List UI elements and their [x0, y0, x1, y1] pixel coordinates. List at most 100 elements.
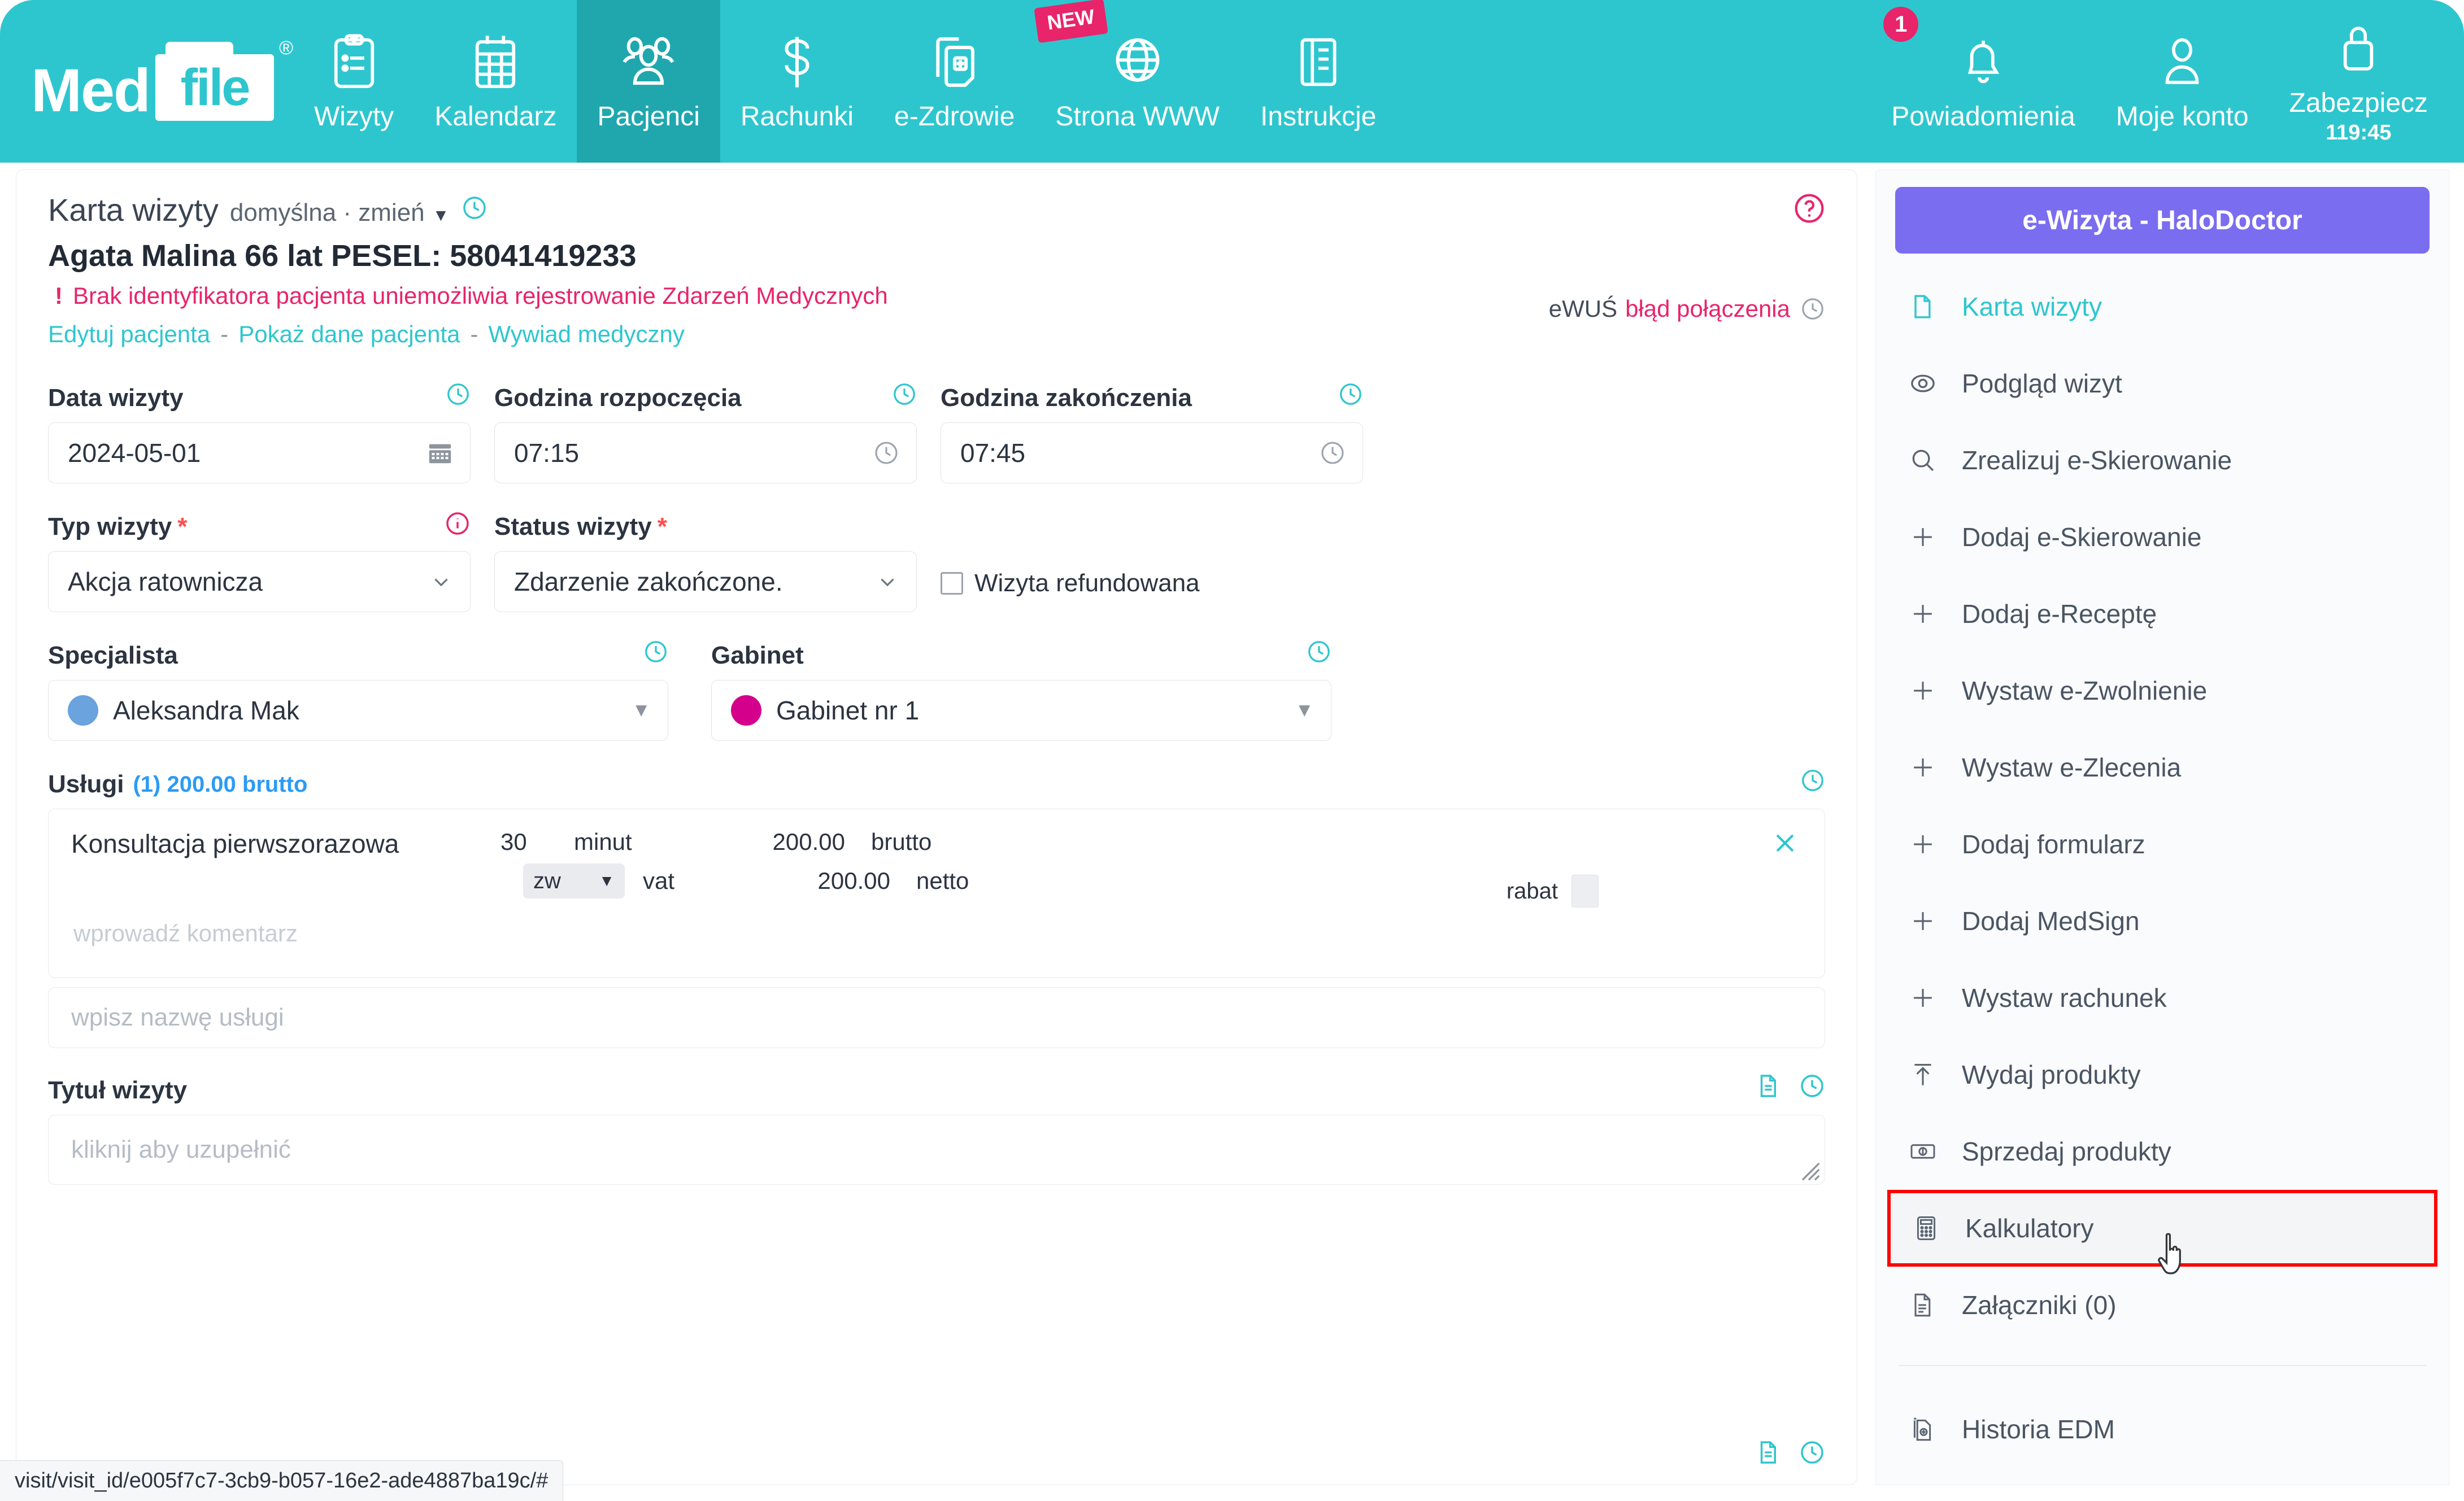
time-picker-icon[interactable]: [1320, 440, 1346, 466]
info-icon[interactable]: [445, 510, 471, 536]
banknote-icon: [1909, 1137, 1952, 1166]
service-gross-value[interactable]: 200.00: [732, 828, 845, 856]
refunded-label: Wizyta refundowana: [974, 569, 1200, 597]
sidebar-item-sprzedaj-produkty[interactable]: Sprzedaj produkty: [1876, 1113, 2449, 1190]
document-template-icon[interactable]: [1755, 1073, 1781, 1099]
field-start-time: Godzina rozpoczęcia 07:15: [494, 382, 917, 483]
medical-card-icon: [929, 31, 981, 93]
clipboard-icon: [330, 31, 378, 93]
ewus-history-clock-icon[interactable]: [1800, 296, 1825, 321]
nav-tab-instrukcje[interactable]: Instrukcje: [1240, 0, 1396, 163]
visit-type-select[interactable]: Akcja ratownicza: [48, 551, 471, 612]
history-clock-icon[interactable]: [1338, 382, 1363, 407]
link-separator: -: [470, 321, 478, 347]
end-time-input[interactable]: 07:45: [941, 422, 1363, 483]
room-select[interactable]: Gabinet nr 1 ▼: [711, 680, 1331, 741]
nav-secure-session[interactable]: Zabezpiecz 119:45: [2269, 0, 2448, 163]
chevron-down-icon[interactable]: ▼: [1295, 700, 1314, 722]
sidebar-item-karta-wizyty[interactable]: Karta wizyty: [1876, 268, 2449, 345]
nav-tab-label: Strona WWW: [1055, 101, 1220, 132]
sidebar-item-dodaj-medsign[interactable]: Dodaj MedSign: [1876, 883, 2449, 959]
service-discount-field: rabat: [1507, 875, 1599, 907]
service-vat-value: zw: [533, 868, 561, 893]
start-time-input[interactable]: 07:15: [494, 422, 917, 483]
field-label: Data wizyty: [48, 382, 471, 412]
sidebar-item-zrealizuj-eskierowanie[interactable]: Zrealizuj e-Skierowanie: [1876, 422, 2449, 499]
history-clock-icon[interactable]: [462, 195, 487, 221]
history-clock-icon[interactable]: [1799, 1073, 1825, 1099]
services-total: (1) 200.00 brutto: [133, 771, 308, 797]
link-medical-interview[interactable]: Wywiad medyczny: [489, 321, 685, 348]
sidebar-item-historia-edm[interactable]: Historia EDM: [1876, 1391, 2449, 1468]
specialist-value: Aleksandra Mak: [113, 696, 299, 725]
sidebar-item-zalaczniki[interactable]: Załączniki (0): [1876, 1267, 2449, 1343]
chevron-down-icon[interactable]: ▼: [632, 700, 651, 722]
ewus-value: błąd połączenia: [1625, 295, 1790, 322]
start-time-value: 07:15: [514, 438, 580, 468]
room-value: Gabinet nr 1: [776, 696, 920, 725]
chevron-down-icon[interactable]: ▼: [433, 206, 450, 225]
field-label: Typ wizyty *: [48, 510, 471, 541]
sidebar-item-dodaj-eskierowanie[interactable]: Dodaj e-Skierowanie: [1876, 499, 2449, 575]
sidebar-item-wystaw-ezwolnienie[interactable]: Wystaw e-Zwolnienie: [1876, 652, 2449, 729]
remove-service-icon[interactable]: [1770, 828, 1800, 858]
sidebar-item-kalkulatory[interactable]: Kalkulatory: [1887, 1190, 2437, 1275]
specialist-select[interactable]: Aleksandra Mak ▼: [48, 680, 668, 741]
card-header: Karta wizyty domyślna · zmień ▼: [48, 191, 1825, 228]
nav-tab-wizyty[interactable]: Wizyty: [294, 0, 414, 163]
time-picker-icon[interactable]: [873, 440, 899, 466]
nav-tab-pacjenci[interactable]: Pacjenci: [577, 0, 720, 163]
ewizyta-halodoctor-button[interactable]: e-Wizyta - HaloDoctor: [1895, 187, 2430, 254]
discount-input[interactable]: [1571, 875, 1599, 907]
history-clock-icon[interactable]: [892, 382, 917, 407]
visit-date-input[interactable]: 2024-05-01: [48, 422, 471, 483]
sidebar-item-wydaj-produkty[interactable]: Wydaj produkty: [1876, 1036, 2449, 1113]
service-comment-placeholder[interactable]: wprowadź komentarz: [73, 920, 298, 947]
nav-tab-strona-www[interactable]: NEW Strona WWW: [1034, 0, 1240, 163]
chevron-down-icon[interactable]: [876, 570, 899, 594]
service-duration[interactable]: 30: [500, 828, 574, 856]
visit-title-textarea[interactable]: kliknij aby uzupełnić: [48, 1115, 1825, 1185]
link-show-patient-data[interactable]: Pokaż dane pacjenta: [238, 321, 460, 348]
service-net-value[interactable]: 200.00: [777, 867, 890, 895]
service-duration-unit: minut: [574, 828, 632, 855]
history-clock-icon[interactable]: [1307, 639, 1331, 664]
checkbox-icon[interactable]: [941, 572, 963, 595]
add-service-input[interactable]: wpisz nazwę usługi: [48, 987, 1825, 1048]
nav-tab-ezdrowie[interactable]: e-Zdrowie: [874, 0, 1035, 163]
sidebar-item-podglad-wizyt[interactable]: Podgląd wizyt: [1876, 345, 2449, 422]
history-clock-icon[interactable]: [446, 382, 471, 407]
plus-icon: [1909, 753, 1952, 782]
service-vat-label: vat: [643, 867, 675, 894]
sidebar-item-dodaj-formularz[interactable]: Dodaj formularz: [1876, 806, 2449, 883]
sidebar-item-wystaw-rachunek[interactable]: Wystaw rachunek: [1876, 959, 2449, 1036]
resize-grip-icon[interactable]: [1796, 1157, 1821, 1182]
history-clock-icon[interactable]: [1800, 768, 1825, 793]
chevron-down-icon[interactable]: [429, 570, 453, 594]
service-vat-select[interactable]: zw ▼: [523, 863, 625, 898]
nav-my-account[interactable]: Moje konto: [2096, 0, 2269, 163]
help-icon[interactable]: [1793, 193, 1825, 224]
template-selector-label[interactable]: domyślna · zmień: [230, 199, 425, 227]
link-separator: -: [220, 321, 229, 347]
lock-icon: [2334, 18, 2383, 80]
calendar-picker-icon[interactable]: [427, 440, 453, 466]
nav-tab-rachunki[interactable]: Rachunki: [720, 0, 874, 163]
sidebar-item-label: Wydaj produkty: [1962, 1060, 2141, 1089]
nav-notifications[interactable]: 1 Powiadomienia: [1871, 0, 2096, 163]
refunded-checkbox-row[interactable]: Wizyta refundowana: [941, 569, 1363, 597]
document-template-icon[interactable]: [1755, 1439, 1781, 1465]
plus-icon: [1909, 984, 1952, 1012]
visit-status-select[interactable]: Zdarzenie zakończone.: [494, 551, 917, 612]
history-clock-icon[interactable]: [643, 639, 668, 664]
nav-tab-kalendarz[interactable]: Kalendarz: [414, 0, 577, 163]
sidebar-item-dodaj-erecepte[interactable]: Dodaj e-Receptę: [1876, 575, 2449, 652]
required-asterisk: *: [177, 513, 188, 540]
history-clock-icon[interactable]: [1799, 1439, 1825, 1465]
sidebar-item-wystaw-ezlecenia[interactable]: Wystaw e-Zlecenia: [1876, 729, 2449, 806]
brand-logo[interactable]: Med file ®: [0, 0, 294, 163]
service-net-label: netto: [916, 867, 969, 894]
sidebar-item-label: Dodaj MedSign: [1962, 906, 2140, 936]
link-edit-patient[interactable]: Edytuj pacjenta: [48, 321, 210, 348]
right-sidebar: e-Wizyta - HaloDoctor Karta wizyty Podgl…: [1875, 169, 2449, 1485]
